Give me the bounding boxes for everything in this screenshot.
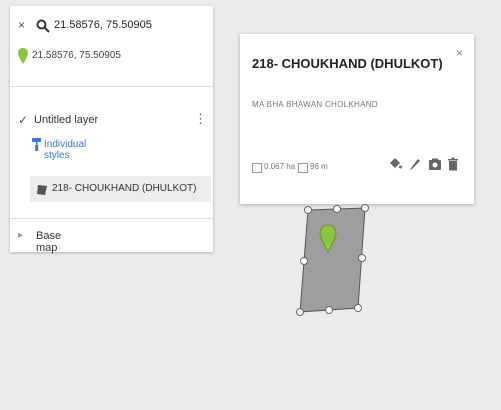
search-result-row[interactable]: 21.58576, 75.50905 — [18, 48, 208, 70]
layer-options-icon[interactable]: ⋮ — [194, 112, 207, 126]
vertex-handle[interactable] — [354, 304, 362, 312]
vertex-handle[interactable] — [304, 206, 312, 214]
polygon-icon — [36, 183, 48, 195]
area-value: 0.067 ha — [264, 162, 296, 171]
search-icon[interactable] — [36, 19, 50, 33]
layer-visibility-checkbox[interactable]: ✓ — [18, 113, 28, 127]
vertex-handle[interactable] — [333, 205, 341, 213]
green-pin-icon — [18, 48, 28, 64]
card-actions — [388, 157, 468, 173]
perimeter-icon — [298, 163, 308, 173]
search-bar: × 21.58576, 75.50905 — [18, 18, 208, 38]
feature-label: 218- CHOUKHAND (DHULKOT) — [52, 183, 197, 194]
camera-icon[interactable] — [428, 157, 442, 171]
search-query[interactable]: 21.58576, 75.50905 — [54, 19, 152, 31]
divider — [10, 86, 213, 87]
base-map-label: Base map — [36, 230, 62, 254]
vertex-handle[interactable] — [296, 308, 304, 316]
paint-roller-icon — [32, 138, 42, 151]
pencil-icon[interactable] — [408, 157, 422, 171]
paint-bucket-icon[interactable] — [388, 157, 402, 171]
layer-title[interactable]: Untitled layer — [34, 114, 98, 126]
feature-list-item[interactable]: 218- CHOUKHAND (DHULKOT) — [30, 176, 211, 202]
divider — [10, 218, 213, 219]
trash-icon[interactable] — [446, 157, 460, 171]
close-search-button[interactable]: × — [18, 18, 25, 32]
vertex-handle[interactable] — [358, 254, 366, 262]
perimeter-value: 96 m — [310, 162, 328, 171]
card-description: MA BHA BHAWAN CHOLKHAND — [252, 100, 378, 109]
close-card-button[interactable]: × — [456, 46, 463, 60]
expand-icon[interactable]: ▸ — [18, 230, 23, 241]
result-coordinates: 21.58576, 75.50905 — [32, 50, 121, 61]
card-title: 218- CHOUKHAND (DHULKOT) — [252, 56, 443, 71]
layer-header: ✓ Untitled layer ⋮ — [18, 112, 208, 134]
feature-info-card: 218- CHOUKHAND (DHULKOT) × MA BHA BHAWAN… — [240, 34, 474, 204]
individual-styles-label: Individual styles — [44, 139, 87, 161]
vertex-handle[interactable] — [300, 257, 308, 265]
layers-panel: × 21.58576, 75.50905 21.58576, 75.50905 … — [10, 6, 213, 254]
vertex-handle[interactable] — [325, 306, 333, 314]
map-feature-polygon[interactable] — [290, 200, 380, 325]
area-icon — [252, 163, 262, 173]
vertex-handle[interactable] — [361, 204, 369, 212]
